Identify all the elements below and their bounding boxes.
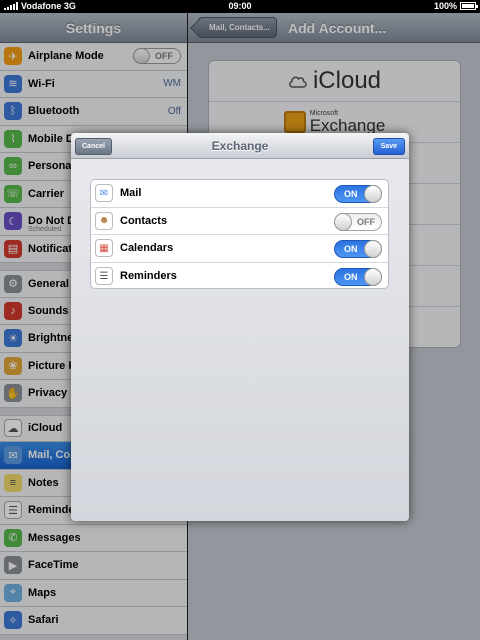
toggle-knob bbox=[364, 185, 382, 203]
calendars-toggle[interactable]: ON bbox=[334, 240, 382, 258]
sheet-title: Exchange bbox=[211, 139, 269, 153]
service-label: Calendars bbox=[120, 242, 174, 255]
service-row-contacts: ☻ Contacts OFF bbox=[91, 208, 388, 235]
battery-icon bbox=[460, 2, 478, 10]
toggle-state-label: ON bbox=[344, 271, 358, 282]
mail-toggle[interactable]: ON bbox=[334, 185, 382, 203]
contacts-icon: ☻ bbox=[95, 211, 113, 230]
sync-services-list: ✉ Mail ON ☻ Contacts OFF ▦ Calendars ON ☰ Reminder… bbox=[90, 179, 389, 289]
service-row-reminders: ☰ Reminders ON bbox=[91, 263, 388, 291]
battery-indicator: 100% bbox=[433, 1, 478, 11]
service-label: Reminders bbox=[120, 270, 177, 283]
service-row-calendars: ▦ Calendars ON bbox=[91, 235, 388, 263]
contacts-toggle[interactable]: OFF bbox=[334, 212, 382, 231]
clock: 09:00 bbox=[228, 1, 252, 11]
service-label: Contacts bbox=[120, 214, 168, 227]
reminders-icon: ☰ bbox=[95, 267, 113, 286]
calendar-icon: ▦ bbox=[95, 239, 113, 258]
reminders-toggle[interactable]: ON bbox=[334, 267, 382, 286]
service-row-mail: ✉ Mail ON bbox=[91, 180, 388, 208]
toggle-knob bbox=[364, 240, 382, 258]
mail-icon: ✉ bbox=[95, 184, 113, 203]
toggle-knob bbox=[334, 212, 352, 231]
toggle-state-label: ON bbox=[344, 244, 358, 254]
battery-percent: 100% bbox=[433, 1, 457, 11]
status-bar: Vodafone 3G 09:00 100% bbox=[0, 0, 480, 13]
toggle-knob bbox=[364, 267, 382, 286]
service-label: Mail bbox=[120, 187, 142, 200]
sheet-navbar: Cancel Exchange Save bbox=[71, 133, 409, 159]
save-button[interactable]: Save bbox=[372, 138, 405, 155]
exchange-sheet: Cancel Exchange Save ✉ Mail ON ☻ Contacts OFF… bbox=[71, 133, 409, 521]
toggle-state-label: OFF bbox=[357, 216, 375, 227]
toggle-state-label: ON bbox=[344, 189, 358, 199]
